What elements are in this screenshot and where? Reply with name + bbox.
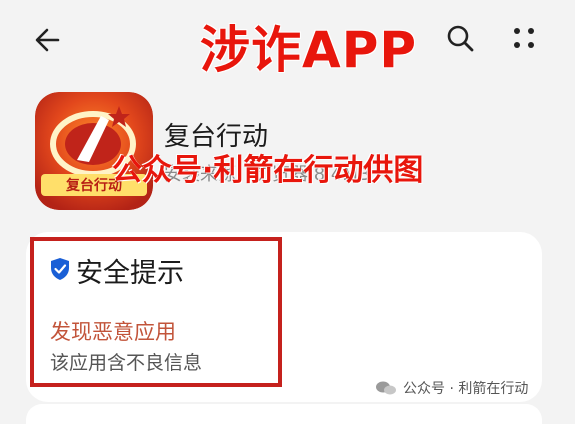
security-title: 安全提示 [76, 258, 184, 289]
malicious-app-warning: 发现恶意应用 [50, 320, 176, 344]
top-bar: 涉诈APP [0, 0, 575, 80]
source-badge: 公众号 · 利箭在行动 [375, 378, 528, 398]
source-text: 公众号 · 利箭在行动 [403, 381, 529, 397]
more-vertical-icon[interactable] [508, 22, 540, 54]
search-icon[interactable] [444, 22, 476, 54]
warning-description: 该应用含不良信息 [50, 352, 203, 374]
watermark-text: 公众号·利箭在行动供图 [112, 153, 424, 188]
overlay-title: 涉诈APP [200, 21, 417, 79]
back-arrow-icon[interactable] [30, 22, 66, 58]
wechat-icon [376, 381, 396, 395]
shield-check-icon [51, 258, 69, 280]
next-card [26, 404, 542, 424]
